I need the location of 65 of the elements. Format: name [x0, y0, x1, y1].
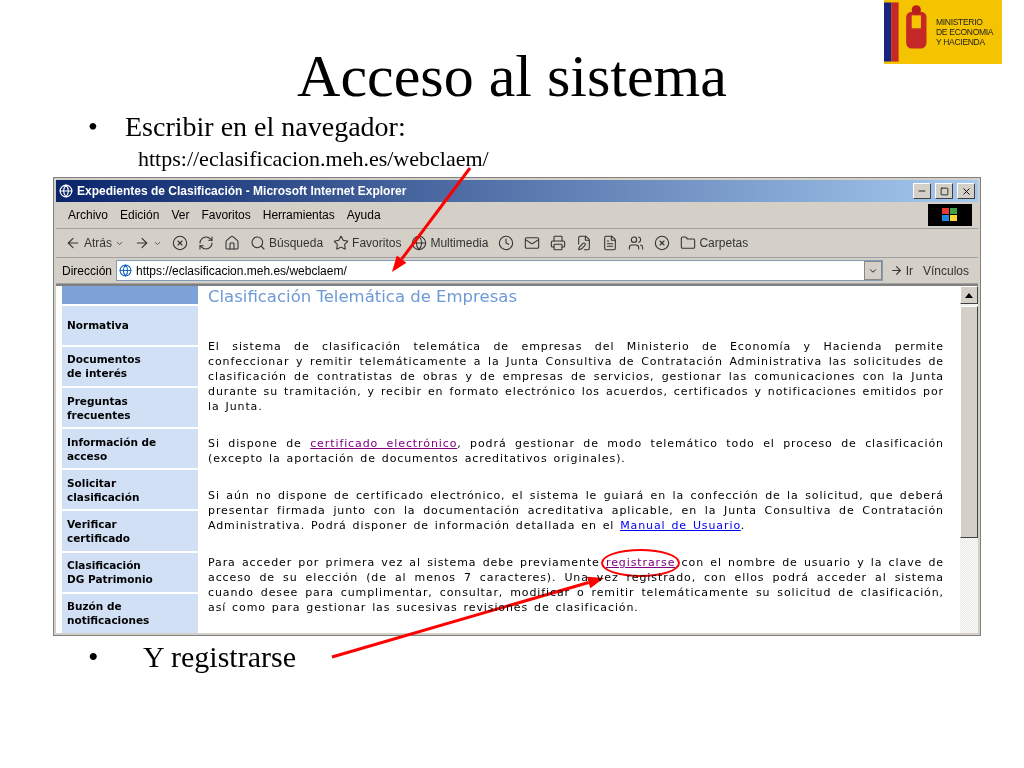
close-icon	[960, 185, 972, 197]
menu-item[interactable]: Ver	[165, 206, 196, 224]
star-icon	[333, 235, 350, 251]
url-text: https://eclasificacion.meh.es/webclaem/	[138, 146, 489, 171]
paragraph: Si dispone de certificado electrónico, podrá gestionar de modo telemático todo el proceso de clasificación (excepto la aportación de documentos acreditativos originales).	[208, 436, 944, 466]
paragraph: Si aún no dispone de certificado electrónico, el sistema le guiará en la confección de la solicitud, que deberá presentar firmada junto con la documentación acreditativa aplicable, en la Junta Consultiva de Contratación Administrativa. Podrá disponer de información detallada en el Manual de Usuario.	[208, 488, 944, 533]
scroll-thumb[interactable]	[960, 306, 978, 538]
people-icon	[628, 235, 645, 251]
slide-title: Acceso al sistema	[297, 42, 727, 110]
toolbar-button[interactable]: Multimedia	[408, 235, 492, 251]
menu-item[interactable]: Archivo	[62, 206, 114, 224]
back-arrow-icon	[65, 235, 81, 251]
sidebar-item[interactable]: Preguntas frecuentes	[62, 387, 198, 428]
links-button[interactable]: Vínculos	[919, 263, 972, 278]
globe-icon	[411, 235, 428, 251]
toolbar-button[interactable]: Favoritos	[330, 235, 405, 251]
refresh-icon	[198, 235, 214, 251]
sidebar-item[interactable]: Solicitar clasificación	[62, 470, 198, 510]
logo-text: MINISTERIO DE ECONOMIA Y HACIENDA	[936, 17, 994, 47]
go-arrow-icon	[889, 264, 903, 277]
search-icon	[250, 235, 266, 251]
scroll-up-button[interactable]	[960, 286, 978, 304]
page-heading: Clasificación Telemática de Empresas	[208, 287, 518, 307]
maximize-icon	[939, 186, 949, 196]
address-field[interactable]: https://eclasificacion.meh.es/webclaem/	[116, 260, 883, 281]
bullet-text: Y registrarse	[143, 639, 296, 675]
stop-icon	[172, 235, 188, 251]
close-icon	[654, 235, 671, 251]
go-button[interactable]: Ir	[886, 263, 916, 278]
printer-icon	[550, 235, 567, 251]
bullet-marker: •	[88, 639, 100, 675]
sidebar-item[interactable]: Verificar certificado	[62, 511, 198, 551]
toolbar-button[interactable]: Carpetas	[677, 235, 752, 251]
sidebar-item[interactable]: Documentos de interés	[62, 346, 198, 386]
edit-icon	[576, 235, 593, 251]
toolbar-button[interactable]: Atrás	[62, 235, 127, 251]
address-label: Dirección	[62, 263, 112, 278]
bullet-text: Escribir en el navegador:	[125, 110, 406, 144]
sidebar-item[interactable]: Información de acceso	[62, 429, 198, 469]
mail-icon	[524, 235, 541, 251]
document-icon	[602, 235, 619, 251]
text-link[interactable]: Manual de Usuario	[620, 519, 741, 532]
sidebar-item[interactable]: Buzón de notificaciones	[62, 593, 198, 633]
text-link[interactable]: certificado electrónico	[310, 437, 458, 450]
paragraph: El sistema de clasificación telemática de empresas del Ministerio de Economía y Hacienda permite confeccionar y remitir telemáticamente a la Junta Consultiva de Contratación Administrativa las solicitudes de clasificación de contratistas de obras y de empresas de servicios, gestionar las comunicaciones con la Junta durante su tramitación, y recibir en formato electrónico los acuerdos, certificados y notificaciones emitidos por la Junta.	[208, 339, 944, 414]
dropdown-button[interactable]	[863, 261, 882, 280]
maximize-button[interactable]	[935, 183, 953, 199]
browser-icon	[59, 184, 73, 198]
menu-item[interactable]: Ayuda	[340, 206, 387, 224]
clock-icon	[498, 235, 515, 251]
bullet-marker: •	[88, 110, 99, 144]
menu-item[interactable]: Favoritos	[195, 206, 257, 224]
menu-item[interactable]: Edición	[114, 206, 166, 224]
page-icon	[119, 264, 132, 277]
home-icon	[224, 235, 240, 251]
up-triangle-icon	[965, 292, 973, 298]
folder-icon	[680, 235, 697, 251]
sidebar-item[interactable]: Clasificación DG Patrimonio	[62, 552, 198, 592]
windows-logo-icon	[928, 204, 972, 226]
close-button[interactable]	[957, 183, 975, 199]
window-title: Expedientes de Clasificación - Microsoft Internet Explorer	[77, 184, 407, 198]
menu-item[interactable]: Herramientas	[256, 206, 341, 224]
toolbar-button[interactable]: Búsqueda	[247, 235, 327, 251]
sidebar-item[interactable]: Normativa	[62, 305, 198, 345]
minimize-button[interactable]	[913, 183, 931, 199]
